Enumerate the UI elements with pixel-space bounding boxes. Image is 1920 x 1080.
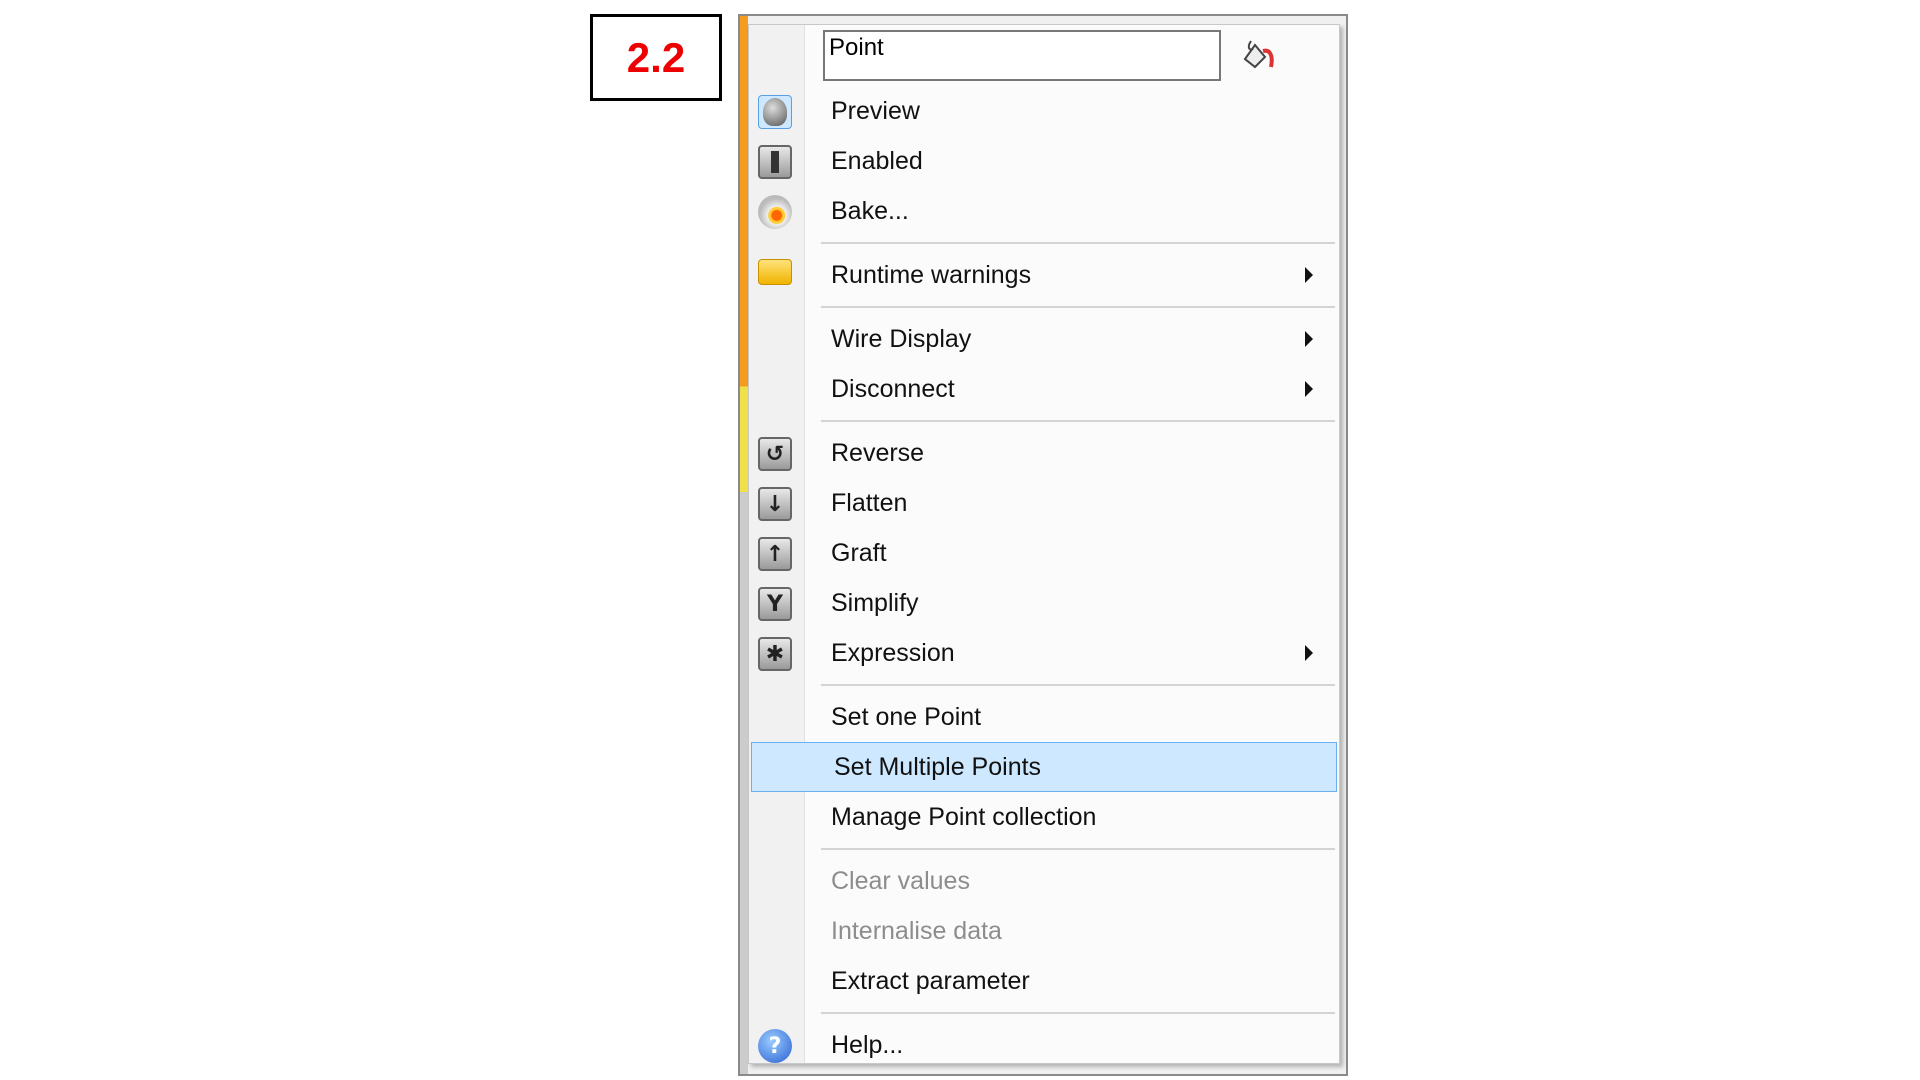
menu-item-runtime-warnings[interactable]: Runtime warnings xyxy=(749,250,1339,300)
menu-item-reverse[interactable]: ↺ Reverse xyxy=(749,428,1339,478)
menu-item-label: Graft xyxy=(831,538,887,567)
bake-icon xyxy=(758,195,792,229)
submenu-arrow-icon xyxy=(1305,645,1313,661)
menu-item-label: Expression xyxy=(831,638,955,667)
menu-item-extract-parameter[interactable]: Extract parameter xyxy=(749,956,1339,1006)
menu-item-enabled[interactable]: Enabled xyxy=(749,136,1339,186)
menu-item-expression[interactable]: ✱ Expression xyxy=(749,628,1339,678)
menu-item-set-multiple-points[interactable]: Set Multiple Points xyxy=(751,742,1337,792)
menu-item-internalise-data: Internalise data xyxy=(749,906,1339,956)
menu-item-label: Enabled xyxy=(831,146,923,175)
menu-item-label: Flatten xyxy=(831,488,908,517)
menu-item-label: Runtime warnings xyxy=(831,260,1032,289)
canvas-background xyxy=(740,16,748,1074)
submenu-arrow-icon xyxy=(1305,267,1313,283)
menu-item-manage-point-collection[interactable]: Manage Point collection xyxy=(749,792,1339,842)
warning-bubble-icon xyxy=(758,259,792,285)
enabled-icon xyxy=(758,145,792,179)
menu-item-graft[interactable]: ↑ Graft xyxy=(749,528,1339,578)
menu-item-label: Simplify xyxy=(831,588,919,617)
context-menu-window: Point Preview Enabled Bake... Runtime warni… xyxy=(738,14,1348,1076)
context-menu: Point Preview Enabled Bake... Runtime warni… xyxy=(748,24,1340,1064)
reverse-icon: ↺ xyxy=(758,437,792,471)
menu-separator xyxy=(749,414,1339,428)
menu-separator xyxy=(749,236,1339,250)
menu-item-label: Wire Display xyxy=(831,324,972,353)
menu-item-wire-display[interactable]: Wire Display xyxy=(749,314,1339,364)
submenu-arrow-icon xyxy=(1305,381,1313,397)
menu-item-label: Manage Point collection xyxy=(831,802,1097,831)
preview-icon xyxy=(758,95,792,129)
menu-separator xyxy=(749,842,1339,856)
paint-bucket-icon[interactable] xyxy=(1237,37,1277,73)
menu-item-label: Set one Point xyxy=(831,702,982,731)
menu-separator xyxy=(749,300,1339,314)
menu-item-set-one-point[interactable]: Set one Point xyxy=(749,692,1339,742)
simplify-icon: Y xyxy=(758,587,792,621)
menu-item-label: Internalise data xyxy=(831,916,1002,945)
menu-item-label: Extract parameter xyxy=(831,966,1030,995)
menu-item-flatten[interactable]: ↓ Flatten xyxy=(749,478,1339,528)
menu-item-bake[interactable]: Bake... xyxy=(749,186,1339,236)
menu-item-disconnect[interactable]: Disconnect xyxy=(749,364,1339,414)
menu-item-label: Set Multiple Points xyxy=(834,752,1042,781)
menu-item-label: Clear values xyxy=(831,866,970,895)
menu-item-label: Bake... xyxy=(831,196,909,225)
graft-icon: ↑ xyxy=(758,537,792,571)
menu-item-label: Preview xyxy=(831,96,920,125)
expression-icon: ✱ xyxy=(758,637,792,671)
menu-items: Preview Enabled Bake... Runtime warnings Wir… xyxy=(749,86,1339,1070)
name-field[interactable]: Point xyxy=(823,30,1221,81)
menu-item-simplify[interactable]: Y Simplify xyxy=(749,578,1339,628)
menu-item-label: Help... xyxy=(831,1030,904,1059)
menu-item-help[interactable]: ? Help... xyxy=(749,1020,1339,1070)
menu-separator xyxy=(749,1006,1339,1020)
menu-item-label: Disconnect xyxy=(831,374,955,403)
help-icon: ? xyxy=(758,1029,792,1063)
step-label: 2.2 xyxy=(590,14,722,101)
submenu-arrow-icon xyxy=(1305,331,1313,347)
menu-item-preview[interactable]: Preview xyxy=(749,86,1339,136)
menu-item-clear-values: Clear values xyxy=(749,856,1339,906)
menu-separator xyxy=(749,678,1339,692)
flatten-icon: ↓ xyxy=(758,487,792,521)
menu-item-label: Reverse xyxy=(831,438,925,467)
